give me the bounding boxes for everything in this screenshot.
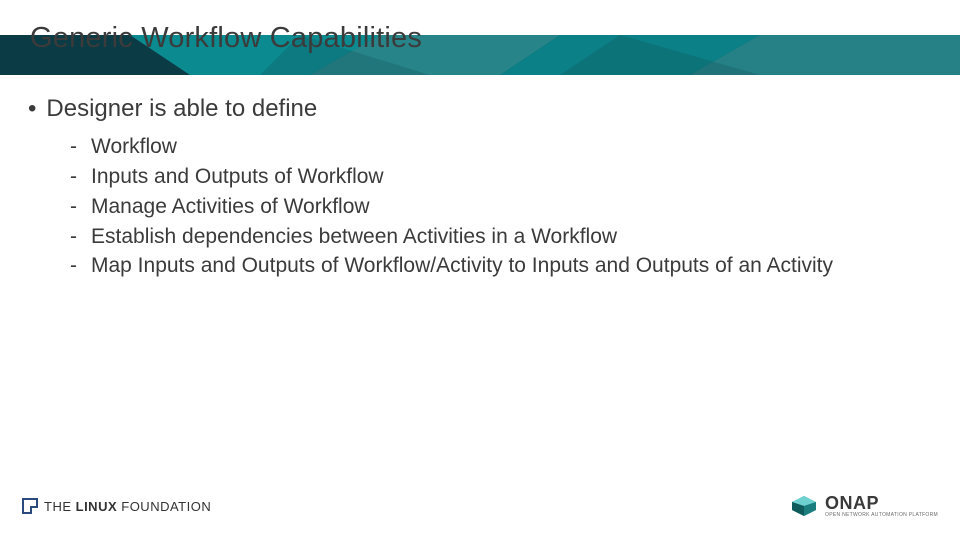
bullet-level-1-text: Designer is able to define [46,93,317,125]
slide-footer: THE LINUX FOUNDATION ONAP OPEN NETWORK A… [0,482,960,540]
sub-bullet-text: Map Inputs and Outputs of Workflow/Activ… [91,252,932,280]
onap-logo: ONAP OPEN NETWORK AUTOMATION PLATFORM [791,494,938,518]
sub-bullet-text: Establish dependencies between Activitie… [91,223,932,251]
onap-mark-icon [791,495,817,517]
sub-bullet-list: - Workflow - Inputs and Outputs of Workf… [70,133,932,280]
sub-bullet-item: - Inputs and Outputs of Workflow [70,163,932,191]
slide-body: • Designer is able to define - Workflow … [0,75,960,280]
bullet-dot-icon: • [28,93,36,125]
linux-foundation-mark-icon [22,498,38,514]
linux-foundation-logo: THE LINUX FOUNDATION [22,498,211,514]
title-band: Generic Workflow Capabilities [0,0,960,75]
bullet-level-1: • Designer is able to define [28,93,932,125]
lf-foundation-text: FOUNDATION [121,499,211,514]
linux-foundation-wordmark: THE LINUX FOUNDATION [44,499,211,514]
onap-wordmark: ONAP OPEN NETWORK AUTOMATION PLATFORM [825,494,938,518]
slide: Generic Workflow Capabilities • Designer… [0,0,960,540]
sub-bullet-item: - Map Inputs and Outputs of Workflow/Act… [70,252,932,280]
dash-icon: - [70,163,77,191]
slide-title: Generic Workflow Capabilities [30,22,422,55]
lf-the-text: THE [44,499,72,514]
sub-bullet-item: - Workflow [70,133,932,161]
sub-bullet-text: Manage Activities of Workflow [91,193,932,221]
onap-main-text: ONAP [825,494,938,512]
dash-icon: - [70,133,77,161]
onap-sub-text: OPEN NETWORK AUTOMATION PLATFORM [825,513,938,518]
lf-linux-text: LINUX [76,499,118,514]
sub-bullet-text: Workflow [91,133,932,161]
dash-icon: - [70,193,77,221]
dash-icon: - [70,252,77,280]
sub-bullet-text: Inputs and Outputs of Workflow [91,163,932,191]
sub-bullet-item: - Manage Activities of Workflow [70,193,932,221]
sub-bullet-item: - Establish dependencies between Activit… [70,223,932,251]
dash-icon: - [70,223,77,251]
